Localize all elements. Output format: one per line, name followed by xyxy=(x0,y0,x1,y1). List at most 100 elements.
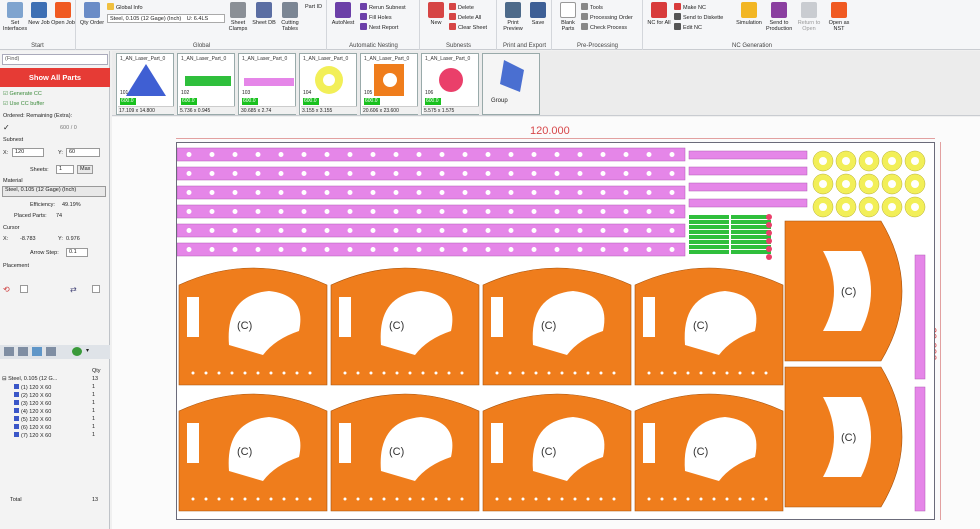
ribbon-group-label: Subnests xyxy=(445,43,472,49)
save-button[interactable]: Save xyxy=(525,2,551,40)
subnest-y-input[interactable]: 60 xyxy=(66,148,100,157)
nest-grid-icon[interactable] xyxy=(32,347,42,356)
strip-hole xyxy=(209,190,215,195)
part-thumbnail[interactable]: 1_AN_Laser_Part_0 101 600.0 17.109 x 14.800 xyxy=(116,53,174,115)
check-process-button[interactable]: Check Process xyxy=(581,23,627,32)
strip-hole xyxy=(301,209,307,214)
global-info-button[interactable]: Global Info xyxy=(107,3,143,12)
chevron-down-icon[interactable]: ▾ xyxy=(86,347,89,354)
green-bar-part xyxy=(731,230,771,234)
rerun-subnest-button[interactable]: Rerun Subnest xyxy=(360,3,406,12)
edit-nc-button[interactable]: Edit NC xyxy=(674,23,702,32)
strip-hole xyxy=(324,190,330,195)
subnest-x-input[interactable]: 120 xyxy=(12,148,44,157)
set-interfaces-button[interactable]: Set Interfaces xyxy=(2,2,28,40)
arrow-step-input[interactable]: 0.1 xyxy=(66,248,88,257)
placement-option-box-2[interactable] xyxy=(92,285,100,293)
return-to-open-button[interactable]: Return to Open xyxy=(796,2,822,40)
simulation-button[interactable]: Simulation xyxy=(736,2,762,40)
cutting-tables-button[interactable]: Cutting Tables xyxy=(277,2,303,40)
strip-hole xyxy=(439,171,445,176)
panel-hole xyxy=(434,497,438,501)
part-thumbnail[interactable]: 1_AN_Laser_Part_0 102 600.0 5.736 x 0.945 xyxy=(177,53,235,115)
delete-all-icon xyxy=(449,13,456,20)
panel-hole xyxy=(738,371,742,375)
nest-work-area[interactable]: 120.000 60.000 (C)(C)(C)(C)(C)(C)(C)(C)(… xyxy=(112,117,980,529)
tree-item[interactable]: (6) 120 X 60 1 xyxy=(14,424,95,431)
max-button[interactable]: Max xyxy=(77,165,93,174)
nest-tools-icon[interactable] xyxy=(46,347,56,356)
placement-tool-icon-2[interactable]: ⇄ xyxy=(70,285,77,294)
tree-item-box-icon xyxy=(14,424,19,429)
nc-for-all-button[interactable]: NC for All xyxy=(646,2,672,40)
fill-holes-button[interactable]: Fill Holes xyxy=(360,13,392,22)
delete-all-button[interactable]: Delete All xyxy=(449,13,481,22)
tree-item[interactable]: (3) 120 X 60 1 xyxy=(14,400,95,407)
part-thumbnail[interactable]: 1_AN_Laser_Part_0 104 600.0 3.155 x 3.155 xyxy=(299,53,357,115)
nest-sheet[interactable]: (C) (C) (C) (C) (C) (C) (C) (C) (C) (C) xyxy=(176,142,935,520)
tree-root[interactable]: ⊟ Steel, 0.105 (12 G... 13 xyxy=(2,376,98,383)
strip-hole xyxy=(531,190,537,195)
nest-color-icon[interactable] xyxy=(72,347,82,356)
processing-order-button[interactable]: Processing Order xyxy=(581,13,633,22)
strip-hole xyxy=(439,190,445,195)
clear-sheet-button[interactable]: Clear Sheet xyxy=(449,23,487,32)
magenta-strip-part xyxy=(176,147,686,162)
autonest-button[interactable]: AutoNest xyxy=(330,2,356,40)
open-as-nst-button[interactable]: Open as NST xyxy=(826,2,852,40)
placement-option-box[interactable] xyxy=(20,285,28,293)
part-thumbnail[interactable]: 1_AN_Laser_Part_0 105 600.0 20.606 x 23.600 xyxy=(360,53,418,115)
sheets-input[interactable]: 1 xyxy=(56,165,74,174)
tree-item[interactable]: (7) 120 X 60 1 xyxy=(14,432,95,439)
strip-hole xyxy=(531,228,537,233)
panel-hole xyxy=(243,497,247,501)
panel-hole xyxy=(191,497,195,501)
strip-hole xyxy=(554,247,560,252)
sheet-clamps-button[interactable]: Sheet Clamps xyxy=(225,2,251,40)
send-to-diskette-button[interactable]: Send to Diskette xyxy=(674,13,723,22)
print-preview-button[interactable]: Print Preview xyxy=(500,2,526,40)
panel-hole xyxy=(673,371,677,375)
strip-hole xyxy=(393,247,399,252)
tree-total: Total 13 xyxy=(10,497,99,503)
material-select[interactable]: Steel, 0.105 (12 Gage) (Inch) U: 6.4LS xyxy=(107,14,225,23)
nest-report-button[interactable]: Nest Report xyxy=(360,23,398,32)
ring-hole xyxy=(865,180,873,188)
tree-item[interactable]: (2) 120 X 60 1 xyxy=(14,392,95,399)
part-id-button[interactable]: Part ID xyxy=(305,3,322,12)
show-all-parts-button[interactable]: Show All Parts xyxy=(0,68,110,87)
nest-list-icon[interactable] xyxy=(18,347,28,356)
strip-hole xyxy=(508,228,514,233)
tree-item[interactable]: (5) 120 X 60 1 xyxy=(14,416,95,423)
sheet-db-button[interactable]: Sheet DB xyxy=(251,2,277,40)
red-disc-part xyxy=(766,230,772,236)
placement-tool-icon[interactable]: ⟲ xyxy=(3,285,10,294)
panel-hole xyxy=(521,497,525,501)
find-input[interactable]: (Find) xyxy=(2,54,108,65)
tools-button[interactable]: Tools xyxy=(581,3,603,12)
tree-item[interactable]: (4) 120 X 60 1 xyxy=(14,408,95,415)
part-thumbnail[interactable]: 1_AN_Laser_Part_0 106 600.0 5.575 x 1.575 xyxy=(421,53,479,115)
part-thumbnail[interactable]: Group xyxy=(482,53,540,115)
make-nc-button[interactable]: Make NC xyxy=(674,3,706,12)
strip-hole xyxy=(278,228,284,233)
generate-cc-checkbox[interactable]: ☑ Generate CC xyxy=(3,91,42,97)
tree-item[interactable]: (1) 120 X 60 1 xyxy=(14,384,95,391)
new-job-button[interactable]: New Job xyxy=(26,2,52,40)
part-qty: 600.0 xyxy=(181,98,197,105)
part-thumbnail[interactable]: 1_AN_Laser_Part_0 103 600.0 30.685 x 2.74 xyxy=(238,53,296,115)
material-field[interactable]: Steel, 0.105 (12 Gage) (Inch) xyxy=(2,186,106,197)
new-subnest-button[interactable]: New xyxy=(423,2,449,40)
blank-parts-button[interactable]: Blank Parts xyxy=(555,2,581,40)
ribbon-group-start: Set Interfaces New Job Open Job Start xyxy=(0,0,76,50)
placement-label: Placement xyxy=(3,263,29,269)
open-job-button[interactable]: Open Job xyxy=(50,2,76,40)
panel-hole xyxy=(508,497,512,501)
qty-order-button[interactable]: Qty Order xyxy=(79,2,105,40)
delete-button[interactable]: Delete xyxy=(449,3,474,12)
send-to-production-button[interactable]: Send to Production xyxy=(766,2,792,40)
nest-sheet-canvas[interactable]: (C) (C) (C) (C) (C) (C) (C) (C) (C) (C) xyxy=(176,143,934,519)
strip-hole xyxy=(255,209,261,214)
use-cc-buffer-checkbox[interactable]: ☑ Use CC buffer xyxy=(3,101,44,107)
nest-view-icon[interactable] xyxy=(4,347,14,356)
